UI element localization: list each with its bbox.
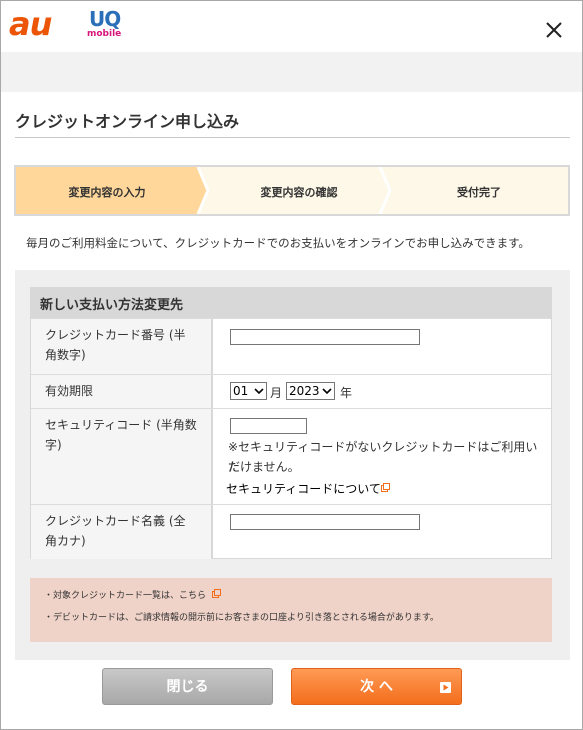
card-name-input[interactable] xyxy=(230,514,420,530)
external-link-icon xyxy=(211,589,221,598)
header-band xyxy=(1,52,582,92)
notice-card-list-text[interactable]: ・対象クレジットカード一覧は、こちら xyxy=(44,591,206,601)
card-number-label: クレジットカード番号 (半角数字) xyxy=(31,319,213,374)
close-button-label: 閉じる xyxy=(166,679,209,695)
next-button-label: 次 へ xyxy=(360,679,393,695)
close-icon[interactable] xyxy=(543,19,565,41)
expiry-month-select[interactable]: 01 xyxy=(230,382,267,400)
chevron-down-icon xyxy=(322,388,332,395)
card-name-label: クレジットカード名義 (全角カナ) xyxy=(31,505,213,559)
header: au UQ mobile xyxy=(1,1,582,52)
card-number-input[interactable] xyxy=(230,329,420,345)
au-logo: au xyxy=(9,5,52,43)
security-code-help-link[interactable]: セキュリティコードについて xyxy=(226,480,381,497)
next-button[interactable]: 次 へ xyxy=(291,668,462,705)
close-button[interactable]: 閉じる xyxy=(102,668,273,705)
play-arrow-icon xyxy=(440,682,451,693)
step-1-label: 変更内容の入力 xyxy=(68,186,146,199)
notice-debit-line: ・デビットカードは、ご請求情報の開示前にお客さまの口座より引き落とされる場合があ… xyxy=(44,613,439,623)
security-code-input[interactable] xyxy=(230,418,307,434)
page-title: クレジットオンライン申し込み xyxy=(15,112,240,131)
notice-box: ・対象クレジットカード一覧は、こちら ・デビットカードは、ご請求情報の開示前にお… xyxy=(30,578,552,642)
step-indicator: 変更内容の入力 変更内容の確認 受付完了 xyxy=(14,165,570,216)
form-section-title: 新しい支払い方法変更先 xyxy=(31,288,551,318)
expiry-label: 有効期限 xyxy=(31,375,213,408)
uq-mobile-logo: UQ mobile xyxy=(87,7,127,43)
uq-logo-text: UQ xyxy=(89,7,121,31)
title-divider xyxy=(15,137,570,138)
external-link-icon xyxy=(381,483,390,492)
step-2-label: 変更内容の確認 xyxy=(260,186,338,199)
intro-text: 毎月のご利用料金について、クレジットカードでのお支払いをオンラインでお申し込みで… xyxy=(26,236,530,250)
expiry-row: 有効期限 01 月 2023 年 xyxy=(31,374,551,408)
notice-card-list-line: ・対象クレジットカード一覧は、こちら xyxy=(44,588,221,601)
security-code-label: セキュリティコード (半角数字) xyxy=(31,409,213,504)
security-code-row: セキュリティコード (半角数字) ※セキュリティコードがないクレジットカードはご… xyxy=(31,408,551,504)
expiry-month-value: 01 xyxy=(233,384,249,398)
uq-logo-subtext: mobile xyxy=(87,29,122,39)
chevron-down-icon xyxy=(254,388,264,395)
security-code-note-line2: だけません。 xyxy=(228,460,300,474)
step-3-label: 受付完了 xyxy=(457,186,501,199)
card-name-row: クレジットカード名義 (全角カナ) xyxy=(31,504,551,559)
card-number-row: クレジットカード番号 (半角数字) xyxy=(31,318,551,374)
expiry-year-unit: 年 xyxy=(340,386,353,400)
payment-form: 新しい支払い方法変更先 クレジットカード番号 (半角数字) 有効期限 01 月 … xyxy=(30,287,552,559)
expiry-year-select[interactable]: 2023 xyxy=(286,382,335,400)
expiry-month-unit: 月 xyxy=(270,386,283,400)
expiry-year-value: 2023 xyxy=(289,384,320,398)
